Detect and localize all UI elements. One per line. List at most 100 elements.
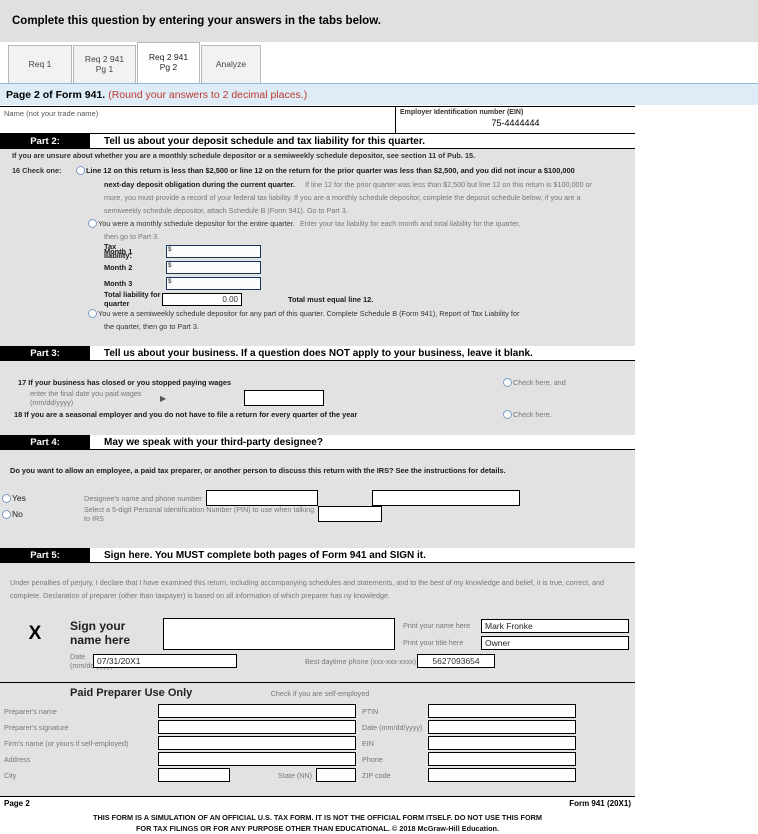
dollar-sign-icon: $ [168, 245, 172, 253]
city-input[interactable] [158, 768, 230, 782]
signature-date-input[interactable]: 07/31/20X1 [93, 654, 237, 668]
firm-ein-input[interactable] [428, 736, 576, 750]
month-1-input[interactable]: $ [166, 244, 261, 258]
month-2-input[interactable]: $ [166, 260, 261, 274]
part-2-gap [90, 134, 98, 148]
month-2-label: Month 2 [104, 262, 133, 272]
zip-input[interactable] [428, 768, 576, 782]
part-5-title: Sign here. You MUST complete both pages … [98, 548, 635, 562]
sign-your-name-label: Sign your name here [70, 619, 163, 648]
part-4-spacer [0, 450, 635, 463]
line-17-date-input[interactable] [244, 390, 324, 406]
print-name-value: Mark Fronke [485, 620, 533, 631]
part-5-spacer-3 [0, 669, 635, 682]
perjury-row-1: Under penalties of perjury, I declare th… [0, 576, 635, 589]
designee-no-row: No Select a 5-digit Personal Identificat… [0, 505, 635, 523]
preparer-heading-row: Paid Preparer Use Only Check if you are … [0, 683, 635, 703]
ptin-input[interactable] [428, 704, 576, 718]
city-label: City [4, 770, 17, 780]
pin-label: Select a 5-digit Personal Identification… [84, 505, 315, 523]
line-16-option-1[interactable]: Line 12 on this return is less than $2,5… [76, 165, 635, 175]
part-4-number: Part 4: [0, 435, 90, 449]
name-field-group[interactable]: Name (not your trade name) [0, 107, 396, 133]
firm-name-input[interactable] [158, 736, 356, 750]
designee-name-input[interactable] [206, 490, 318, 506]
designee-yes-row: Yes Designee's name and phone number [0, 490, 635, 506]
tab-req-2-941-pg-2[interactable]: Req 2 941 Pg 2 [137, 42, 200, 83]
line-16-option-3-cont: the quarter, then go to Part 3. [104, 322, 199, 331]
part-3-spacer-bottom [0, 422, 635, 435]
radio-line16-option2[interactable] [88, 219, 97, 228]
part-4-gap [90, 435, 98, 449]
month-3-input[interactable]: $ [166, 276, 261, 290]
daytime-phone-label: Best daytime phone (xxx-xxx-xxxx) [305, 656, 417, 666]
simulation-disclaimer: THIS FORM IS A SIMULATION OF AN OFFICIAL… [0, 810, 635, 834]
pin-input[interactable] [318, 506, 382, 522]
tab-analyze[interactable]: Analyze [201, 45, 261, 83]
tax-liability-month-2-row: Month 2 $ [0, 259, 635, 275]
preparer-phone-label: Phone [362, 754, 383, 764]
designee-phone-input[interactable] [372, 490, 520, 506]
line-16-option-2[interactable]: You were a monthly schedule depositor fo… [0, 217, 635, 230]
tab-req-1[interactable]: Req 1 [8, 45, 72, 83]
signature-date-label: Date (mm/dd/yyyy) [70, 652, 114, 670]
line-18-checkbox-group[interactable]: Check here. [503, 409, 635, 419]
line-16-number: 16 Check one: [12, 165, 62, 175]
radio-line17-check[interactable] [503, 377, 512, 387]
line-18-check-label: Check here. [513, 409, 552, 419]
total-liability-input[interactable]: 0.00 [162, 292, 242, 306]
part-4-spacer-2 [0, 477, 635, 490]
preparer-date-input[interactable] [428, 720, 576, 734]
total-liability-note: Total must equal line 12. [288, 294, 374, 304]
preparer-signature-label: Preparer's signature [4, 722, 69, 732]
part-4-header: Part 4: May we speak with your third-par… [0, 435, 635, 450]
address-label: Address [4, 754, 31, 764]
line-16-option-3-cont-row: the quarter, then go to Part 3. [0, 320, 635, 333]
radio-line16-option3[interactable] [88, 309, 97, 318]
tab-label: Analyze [215, 58, 247, 69]
preparer-address-row: Address Phone [0, 751, 635, 767]
name-label: Name (not your trade name) [4, 109, 99, 118]
preparer-city-row: City State (NN) ZIP code [0, 767, 635, 783]
tab-req-2-941-pg-1[interactable]: Req 2 941 Pg 1 [73, 45, 136, 83]
question-banner: Complete this question by entering your … [0, 0, 758, 42]
page-number: Page 2 [4, 799, 30, 808]
line-18-row: 18 If you are a seasonal employer and yo… [0, 406, 635, 422]
radio-line16-option1[interactable] [76, 165, 85, 175]
state-input[interactable] [316, 768, 356, 782]
preparer-date-label: Date (mm/dd/yyyy) [362, 722, 423, 732]
ptin-label: PTIN [362, 706, 379, 716]
tab-label: Req 2 941 Pg 1 [84, 53, 125, 74]
month-3-label: Month 3 [104, 278, 133, 288]
line-16-option-2-text: You were a monthly schedule depositor fo… [98, 219, 295, 228]
radio-designee-yes[interactable] [2, 493, 11, 503]
tab-label: Req 1 [28, 58, 52, 69]
self-employed-label: Check if you are self-employed [270, 688, 370, 698]
designee-yes-group[interactable]: Yes [0, 493, 84, 503]
preparer-heading: Paid Preparer Use Only [70, 687, 193, 699]
perjury-row-2: complete. Declaration of preparer (other… [0, 589, 635, 602]
question-banner-text: Complete this question by entering your … [12, 14, 381, 27]
line-16-option-2-cont: then go to Part 3. [104, 232, 160, 241]
form-footer: Page 2 Form 941 (20X1) [0, 796, 635, 810]
line-17-row: 17 If your business has closed or you st… [0, 374, 635, 390]
line-17-checkbox-group[interactable]: Check here, and [503, 377, 635, 387]
line-17-sub-label: enter the final date you paid wages (mm/… [30, 389, 142, 407]
print-title-label: Print your title here [403, 638, 464, 647]
ein-label: Employer Identification number (EIN) [400, 109, 524, 116]
signature-input[interactable] [163, 618, 395, 650]
address-input[interactable] [158, 752, 356, 766]
daytime-phone-input[interactable]: 5627093654 [417, 654, 495, 668]
tax-liability-month-1-row: Tax liability: Month 1 $ [0, 242, 635, 260]
sign-label-line2: name here [70, 633, 131, 647]
preparer-signature-input[interactable] [158, 720, 356, 734]
radio-designee-no[interactable] [2, 509, 11, 519]
part-2-note: If you are unsure about whether you are … [0, 149, 635, 162]
radio-line18-check[interactable] [503, 409, 512, 419]
print-title-input[interactable]: Owner [481, 635, 629, 650]
designee-no-group[interactable]: No [0, 509, 84, 519]
preparer-name-input[interactable] [158, 704, 356, 718]
preparer-phone-input[interactable] [428, 752, 576, 766]
line-16-option-3[interactable]: You were a semiweekly schedule depositor… [0, 307, 635, 320]
print-name-input[interactable]: Mark Fronke [481, 618, 629, 633]
